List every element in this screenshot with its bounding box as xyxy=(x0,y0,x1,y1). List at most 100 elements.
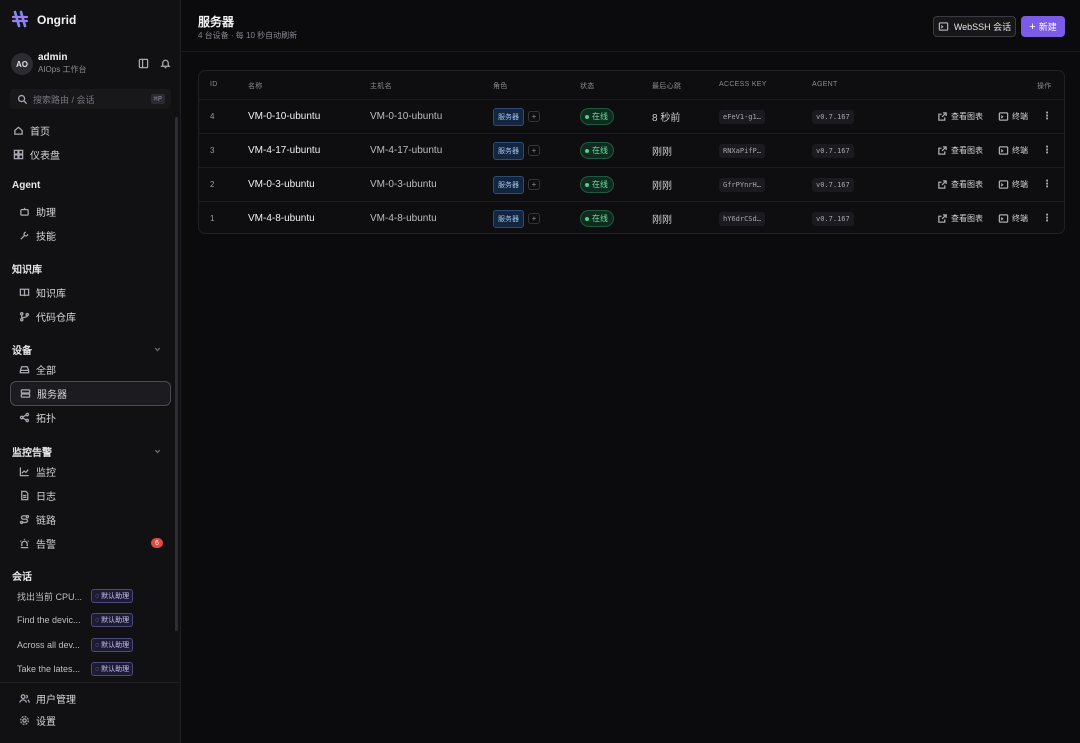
access-key[interactable]: RNXaPifP… xyxy=(719,143,765,158)
column-header-role[interactable]: 角色 xyxy=(493,81,508,91)
brand[interactable]: Ongrid xyxy=(11,10,76,30)
conversation-item[interactable]: Across all dev... ◌ 默认助理 xyxy=(17,637,134,653)
view-chart-button[interactable]: 查看图表 xyxy=(936,168,983,201)
cell-name[interactable]: VM-0-10-ubuntu xyxy=(248,100,320,133)
sidebar-scrollbar[interactable] xyxy=(175,117,178,631)
nav-item-settings[interactable]: 设置 xyxy=(10,709,171,731)
add-role-button[interactable]: + xyxy=(528,179,540,190)
nav-item-label: 仪表盘 xyxy=(30,150,60,162)
more-options-icon[interactable]: ⋮ xyxy=(1042,202,1052,233)
user-profile[interactable]: AO admin AIOps 工作台 xyxy=(11,52,171,76)
server-icon xyxy=(19,388,31,400)
access-key[interactable]: GfrPYnrH… xyxy=(719,177,765,192)
share-icon xyxy=(18,411,30,423)
page-subtitle: 4 台设备 · 每 10 秒自动刷新 xyxy=(198,31,298,40)
agent-version: v0.7.167 xyxy=(812,211,854,226)
conversation-item[interactable]: Find the devic... ◌ 默认助理 xyxy=(17,612,134,628)
webssh-session-button[interactable]: WebSSH 会话 xyxy=(933,16,1016,37)
conversation-title: Across all dev... xyxy=(17,640,80,650)
table-row[interactable]: 4 VM-0-10-ubuntu VM-0-10-ubuntu 服务器 + 在线… xyxy=(199,99,1064,133)
section-devices[interactable]: 设备 xyxy=(12,342,163,357)
access-key[interactable]: hY6drCSd… xyxy=(719,211,765,226)
nav-item-tracing[interactable]: 链路 xyxy=(10,508,171,530)
column-header-agent[interactable]: AGENT xyxy=(812,81,838,88)
column-header-id[interactable]: ID xyxy=(210,81,218,88)
assistant-tag: ◌ 默认助理 xyxy=(91,662,134,676)
add-role-button[interactable]: + xyxy=(528,145,540,156)
terminal-button[interactable]: 终端 xyxy=(997,168,1028,201)
column-header-actions: 操作 xyxy=(1037,83,1052,90)
search-placeholder: 搜索路由 / 会话 xyxy=(33,94,95,105)
terminal-button[interactable]: 终端 xyxy=(997,100,1028,133)
chevron-down-icon[interactable] xyxy=(151,446,163,458)
view-chart-label: 查看图表 xyxy=(951,112,983,121)
column-header-access-key[interactable]: ACCESS KEY xyxy=(719,81,767,88)
cell-name[interactable]: VM-4-8-ubuntu xyxy=(248,202,315,233)
agent-version: v0.7.167 xyxy=(812,143,854,158)
workspace-name: AIOps 工作台 xyxy=(38,65,87,74)
nav-item-user-management[interactable]: 用户管理 xyxy=(10,687,171,709)
external-link-icon xyxy=(936,145,948,157)
bell-icon[interactable] xyxy=(159,57,171,69)
nav-item-skills[interactable]: 技能 xyxy=(10,224,171,246)
sidebar-toggle-icon[interactable] xyxy=(137,57,149,69)
more-options-icon[interactable]: ⋮ xyxy=(1042,168,1052,201)
cell-hostname: VM-4-8-ubuntu xyxy=(370,213,437,224)
table-row[interactable]: 2 VM-0-3-ubuntu VM-0-3-ubuntu 服务器 + 在线 刚… xyxy=(199,167,1064,201)
cell-heartbeat: 8 秒前 xyxy=(652,113,681,124)
dashboard-icon xyxy=(12,148,24,160)
terminal-icon xyxy=(997,213,1009,225)
nav-item-topology[interactable]: 拓扑 xyxy=(10,406,171,428)
column-header-status[interactable]: 状态 xyxy=(580,81,595,91)
more-options-icon[interactable]: ⋮ xyxy=(1042,134,1052,167)
chevron-down-icon[interactable] xyxy=(151,344,163,356)
terminal-button[interactable]: 终端 xyxy=(997,202,1028,233)
table-row[interactable]: 3 VM-4-17-ubuntu VM-4-17-ubuntu 服务器 + 在线… xyxy=(199,133,1064,167)
section-monitoring[interactable]: 监控告警 xyxy=(12,444,163,459)
assistant-tag-label: 默认助理 xyxy=(101,642,130,649)
nav-item-all-devices[interactable]: 全部 xyxy=(10,358,171,380)
nav-item-monitor[interactable]: 监控 xyxy=(10,460,171,482)
users-icon xyxy=(18,692,30,704)
search-input[interactable]: 搜索路由 / 会话 ⌘P xyxy=(10,89,171,109)
nav-item-label: 助理 xyxy=(36,207,56,219)
view-chart-button[interactable]: 查看图表 xyxy=(936,100,983,133)
cell-name[interactable]: VM-4-17-ubuntu xyxy=(248,134,320,167)
nav-item-logs[interactable]: 日志 xyxy=(10,484,171,506)
nav-item-home[interactable]: 首页 xyxy=(10,119,171,141)
conversation-item[interactable]: Take the lates... ◌ 默认助理 xyxy=(17,661,134,677)
nav-item-code-repo[interactable]: 代码仓库 xyxy=(10,305,171,327)
assistant-tag-label: 默认助理 xyxy=(101,666,130,673)
assistant-tag-label: 默认助理 xyxy=(101,593,130,600)
nav-item-dashboard[interactable]: 仪表盘 xyxy=(10,143,171,165)
view-chart-label: 查看图表 xyxy=(951,180,983,189)
nav-item-assistant[interactable]: 助理 xyxy=(10,200,171,222)
nav-item-label: 链路 xyxy=(36,515,56,527)
table-row[interactable]: 1 VM-4-8-ubuntu VM-4-8-ubuntu 服务器 + 在线 刚… xyxy=(199,201,1064,233)
role-tag: 服务器 xyxy=(493,209,524,228)
view-chart-button[interactable]: 查看图表 xyxy=(936,134,983,167)
conversation-title: Take the lates... xyxy=(17,664,81,674)
nav-item-label: 知识库 xyxy=(36,288,66,300)
section-title: Agent xyxy=(12,180,41,191)
add-role-button[interactable]: + xyxy=(528,213,540,224)
add-role-button[interactable]: + xyxy=(528,111,540,122)
access-key[interactable]: eFeV1-g1… xyxy=(719,109,765,124)
nav-item-label: 设置 xyxy=(36,716,56,728)
new-button[interactable]: + 新建 xyxy=(1021,16,1065,37)
cell-name[interactable]: VM-0-3-ubuntu xyxy=(248,168,315,201)
column-header-heartbeat[interactable]: 最后心跳 xyxy=(652,81,681,91)
status-badge: 在线 xyxy=(580,210,614,227)
column-header-name[interactable]: 名称 xyxy=(248,81,263,91)
terminal-button[interactable]: 终端 xyxy=(997,134,1028,167)
more-options-icon[interactable]: ⋮ xyxy=(1042,100,1052,133)
nav-item-knowledge-base[interactable]: 知识库 xyxy=(10,281,171,303)
view-chart-button[interactable]: 查看图表 xyxy=(936,202,983,233)
column-header-hostname[interactable]: 主机名 xyxy=(370,81,392,91)
nav-item-alerts[interactable]: 告警 6 xyxy=(10,532,171,554)
book-icon xyxy=(18,286,30,298)
conversation-item[interactable]: 找出当前 CPU... ◌ 默认助理 xyxy=(17,588,134,604)
cell-heartbeat: 刚刚 xyxy=(652,147,672,158)
nav-item-servers[interactable]: 服务器 xyxy=(10,381,171,406)
bot-icon: ◌ xyxy=(95,616,100,624)
